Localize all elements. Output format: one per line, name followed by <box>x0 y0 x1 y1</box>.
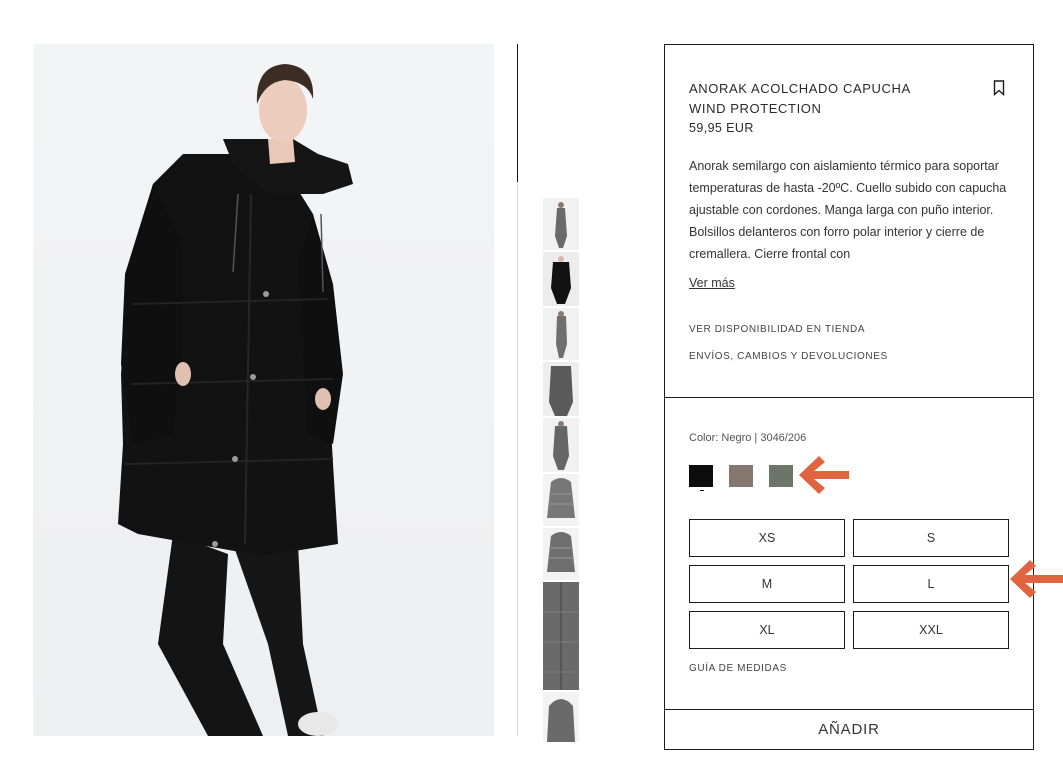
thumbnail-2[interactable] <box>543 252 579 306</box>
swatch-green[interactable] <box>769 465 793 487</box>
product-description: Anorak semilargo con aislamiento térmico… <box>689 159 1007 261</box>
thumbnail-scroll-indicator[interactable] <box>517 44 518 182</box>
size-xs-button[interactable]: XS <box>689 519 845 557</box>
size-xxl-button[interactable]: XXL <box>853 611 1009 649</box>
product-details-section: ANORAK ACOLCHADO CAPUCHA WIND PROTECTION… <box>665 45 1033 398</box>
swatch-black[interactable] <box>689 465 713 487</box>
size-xl-button[interactable]: XL <box>689 611 845 649</box>
store-availability-link[interactable]: VER DISPONIBILIDAD EN TIENDA <box>689 324 865 335</box>
selected-swatch-indicator <box>700 490 704 491</box>
thumbnail-scroll-track[interactable] <box>517 44 518 736</box>
thumbnail-4[interactable] <box>543 362 579 416</box>
size-guide-link[interactable]: GUÍA DE MEDIDAS <box>689 663 787 674</box>
thumbnail-9[interactable] <box>543 692 579 742</box>
size-m-button[interactable]: M <box>689 565 845 603</box>
left-arrow-icon <box>1008 558 1063 605</box>
swatch-taupe[interactable] <box>729 465 753 487</box>
see-more-link[interactable]: Ver más <box>689 276 735 290</box>
shipping-returns-link[interactable]: ENVÍOS, CAMBIOS Y DEVOLUCIONES <box>689 351 888 362</box>
thumbnail-1[interactable] <box>543 198 579 250</box>
left-arrow-icon <box>797 454 851 501</box>
product-info-panel: ANORAK ACOLCHADO CAPUCHA WIND PROTECTION… <box>664 44 1034 750</box>
thumbnail-8[interactable] <box>543 582 579 690</box>
thumbnail-list <box>543 198 579 744</box>
bookmark-icon[interactable] <box>993 80 1005 97</box>
color-label: Color: Negro | 3046/206 <box>689 432 807 444</box>
thumbnail-5[interactable] <box>543 418 579 472</box>
thumbnail-3[interactable] <box>543 308 579 360</box>
size-l-button[interactable]: L <box>853 565 1009 603</box>
thumbnail-7[interactable] <box>543 528 579 580</box>
size-s-button[interactable]: S <box>853 519 1009 557</box>
thumbnail-6[interactable] <box>543 474 579 526</box>
product-price: 59,95 EUR <box>689 121 754 135</box>
model-in-black-coat-illustration <box>118 64 353 736</box>
product-main-image <box>33 44 494 736</box>
product-title: ANORAK ACOLCHADO CAPUCHA WIND PROTECTION <box>689 81 911 116</box>
add-to-cart-button[interactable]: AÑADIR <box>665 709 1033 749</box>
